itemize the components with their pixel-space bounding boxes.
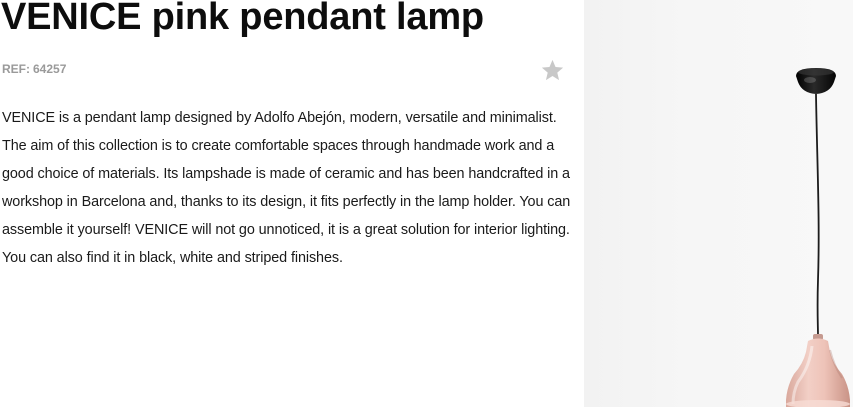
lamp-cable: [815, 93, 820, 337]
star-icon: [541, 59, 564, 81]
lamp-canopy: [796, 68, 836, 94]
pendant-lamp-image: [786, 68, 850, 407]
product-info-panel: VENICE pink pendant lamp REF: 64257 VENIC…: [0, 0, 584, 407]
product-image: [584, 0, 853, 407]
lamp-shade: [786, 338, 850, 407]
ref-label: REF:: [2, 62, 30, 76]
product-reference: REF: 64257: [2, 61, 66, 77]
ref-value: 64257: [33, 62, 67, 76]
product-description: VENICE is a pendant lamp designed by Ado…: [2, 110, 571, 266]
product-title: VENICE pink pendant lamp: [1, 0, 484, 38]
favorite-button[interactable]: [540, 58, 565, 83]
